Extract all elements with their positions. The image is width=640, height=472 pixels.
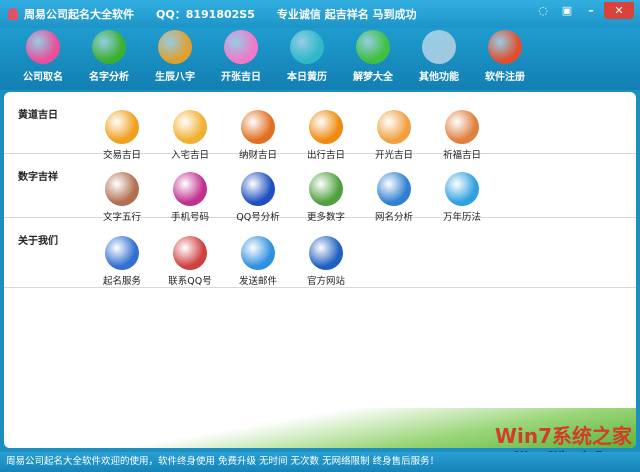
toolbar-icon	[290, 30, 324, 64]
toolbar-icon	[92, 30, 126, 64]
function-item[interactable]: 网名分析	[360, 172, 428, 223]
toolbar-icon	[422, 30, 456, 64]
app-title: 周易公司起名大全软件	[24, 8, 134, 21]
toolbar-label: 开张吉日	[221, 72, 261, 83]
function-item[interactable]: 文字五行	[88, 172, 156, 223]
function-item[interactable]: 发送邮件	[224, 236, 292, 287]
toolbar-label: 公司取名	[23, 72, 63, 83]
function-icon	[173, 236, 207, 270]
toolbar-button-6[interactable]: 其他功能	[406, 28, 472, 90]
section-title: 关于我们	[18, 236, 58, 247]
function-icon	[173, 110, 207, 144]
function-item[interactable]: 起名服务	[88, 236, 156, 287]
toolbar-button-5[interactable]: 解梦大全	[340, 28, 406, 90]
toolbar-label: 软件注册	[485, 72, 525, 83]
toolbar-label: 本日黄历	[287, 72, 327, 83]
menu-button[interactable]: ▣	[556, 2, 578, 19]
qq-number: QQ：8191802S5	[156, 8, 255, 21]
main-panel: 黄道吉日 交易吉日 入宅吉日 纳财吉日 出行吉日 开光吉日 祈福吉日数字吉祥 文字五行 手机号码…	[4, 92, 636, 448]
function-icon	[241, 110, 275, 144]
toolbar-label: 其他功能	[419, 72, 459, 83]
function-icon	[309, 110, 343, 144]
toolbar-button-3[interactable]: 开张吉日	[208, 28, 274, 90]
toolbar-button-7[interactable]: 软件注册	[472, 28, 538, 90]
function-item[interactable]: 官方网站	[292, 236, 360, 287]
function-icon	[309, 236, 343, 270]
function-item[interactable]: 手机号码	[156, 172, 224, 223]
section-0: 黄道吉日 交易吉日 入宅吉日 纳财吉日 出行吉日 开光吉日 祈福吉日	[4, 92, 636, 161]
skin-button[interactable]: ◌	[532, 2, 554, 19]
toolbar-button-0[interactable]: 公司取名	[10, 28, 76, 90]
function-item[interactable]: 更多数字	[292, 172, 360, 223]
toolbar-icon	[158, 30, 192, 64]
function-item[interactable]: 联系QQ号	[156, 236, 224, 287]
function-label: 起名服务	[102, 276, 141, 287]
toolbar-label: 解梦大全	[353, 72, 393, 83]
function-icon	[377, 172, 411, 206]
function-icon	[105, 236, 139, 270]
toolbar-icon	[26, 30, 60, 64]
section-2: 关于我们起名服务 联系QQ号 发送邮件 官方网站	[4, 218, 636, 288]
toolbar-label: 名字分析	[89, 72, 129, 83]
slogan: 专业诚信 起吉祥名 马到成功	[276, 8, 417, 21]
toolbar-button-4[interactable]: 本日黄历	[274, 28, 340, 90]
toolbar-icon	[488, 30, 522, 64]
function-icon	[377, 110, 411, 144]
toolbar-button-2[interactable]: 生辰八字	[142, 28, 208, 90]
toolbar-label: 生辰八字	[155, 72, 195, 83]
function-icon	[445, 172, 479, 206]
function-icon	[309, 172, 343, 206]
section-title: 黄道吉日	[18, 110, 58, 121]
title-bar: 周易公司起名大全软件 QQ：8191802S5 专业诚信 起吉祥名 马到成功 ◌…	[0, 0, 640, 28]
function-item[interactable]: QQ号分析	[224, 172, 292, 223]
app-icon	[8, 8, 18, 20]
toolbar-icon	[224, 30, 258, 64]
toolbar-icon	[356, 30, 390, 64]
function-icon	[241, 236, 275, 270]
function-item[interactable]: 万年历法	[428, 172, 496, 223]
function-icon	[241, 172, 275, 206]
function-label: 发送邮件	[238, 276, 277, 287]
toolbar: 公司取名 名字分析 生辰八字 开张吉日 本日黄历 解梦大全 其他功能 软件注册	[0, 28, 640, 90]
function-icon	[445, 110, 479, 144]
section-title: 数字吉祥	[18, 172, 58, 183]
function-label: 联系QQ号	[168, 276, 212, 287]
minimize-button[interactable]: –	[580, 2, 602, 19]
section-1: 数字吉祥 文字五行 手机号码 QQ号分析 更多数字 网名分析 万年历法	[4, 154, 636, 223]
function-icon	[105, 110, 139, 144]
toolbar-button-1[interactable]: 名字分析	[76, 28, 142, 90]
function-icon	[105, 172, 139, 206]
function-label: 官方网站	[306, 276, 345, 287]
status-bar: 周易公司起名大全软件欢迎的使用，软件终身使用 免费升级 无时间 无次数 无网络限…	[0, 452, 640, 472]
function-icon	[173, 172, 207, 206]
close-button[interactable]: ✕	[604, 2, 634, 19]
